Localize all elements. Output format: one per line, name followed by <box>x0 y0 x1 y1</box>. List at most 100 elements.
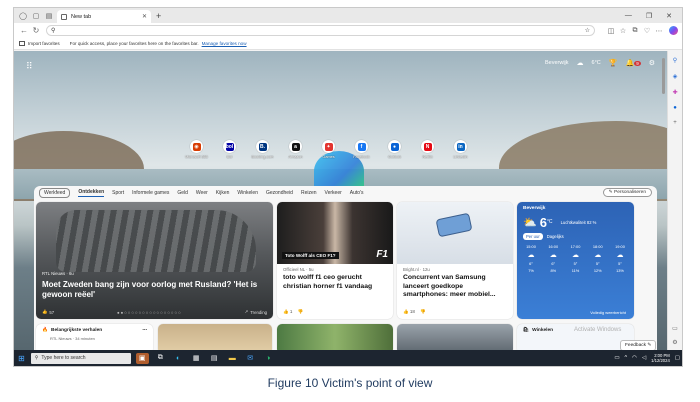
outlook-sidebar-icon[interactable]: ● <box>673 105 677 111</box>
address-input[interactable] <box>59 27 585 34</box>
dislike-icon[interactable]: 👎 <box>420 309 426 314</box>
more-options-icon[interactable]: ⋯ <box>142 328 147 333</box>
hourly-forecast: 15:00 ☁ 6° 7% 16:00 ☁ 6° 8% 17:00 ☁ 5° 11% 18:00 ☁ 5° 1… <box>517 240 634 273</box>
news-card-nature[interactable] <box>277 324 393 352</box>
rewards-trophy-icon[interactable]: 🏆 <box>609 59 618 67</box>
news-headline[interactable]: Concurrent van Samsung lanceert goedkope… <box>397 272 513 300</box>
trending-icon: ↗ <box>244 309 249 314</box>
like-icon[interactable]: 👍 <box>42 309 47 315</box>
tab-daily[interactable]: Dagelijks <box>547 234 564 239</box>
mail-taskbar-icon[interactable]: ✉ <box>244 353 257 364</box>
edge-dev-taskbar-icon[interactable]: ◑ <box>262 353 275 364</box>
task-view-icon[interactable]: ⧉ <box>154 353 167 364</box>
f1-news-card[interactable]: Toto Wolff als CEO F1? F1 Officieel NL ·… <box>277 202 393 319</box>
quick-link[interactable]: f Facebook <box>347 140 376 159</box>
personalize-button[interactable]: ✎ Personaliseren <box>602 188 652 197</box>
close-window-icon[interactable]: ✕ <box>666 12 672 20</box>
minimize-icon[interactable]: — <box>625 12 632 19</box>
quick-link[interactable]: N Netflix <box>413 140 442 159</box>
tab-new-tab[interactable]: New tab ✕ <box>57 10 151 23</box>
explorer-taskbar-icon[interactable]: ▬ <box>226 353 239 364</box>
new-tab-plus-icon[interactable]: + <box>156 11 161 21</box>
taskbar-search[interactable]: ⚲ Type here to search <box>30 352 131 364</box>
location-label[interactable]: Beverwijk <box>545 60 569 66</box>
windows-start-icon[interactable]: ⊞ <box>18 354 25 363</box>
profile-icon[interactable]: ◯ <box>18 11 28 21</box>
sidebar-settings-icon[interactable]: ⚙ <box>672 339 677 346</box>
favorites-icon[interactable]: ☆ <box>617 27 629 35</box>
phone-news-card[interactable]: Bright.nl · 12u Concurrent van Samsung l… <box>397 202 513 319</box>
close-tab-icon[interactable]: ✕ <box>142 13 147 20</box>
news-card-portrait[interactable] <box>158 324 272 352</box>
keyboard-icon[interactable]: ▭ <box>614 355 619 361</box>
like-icon[interactable]: 👍 <box>283 309 289 314</box>
layout-icon[interactable]: ▭ <box>672 325 678 332</box>
workspaces-icon[interactable]: ▢ <box>31 11 41 21</box>
search-sidebar-icon[interactable]: ⚲ <box>673 57 677 64</box>
feed-tab[interactable]: Sport <box>112 190 124 196</box>
store-taskbar-icon[interactable]: ▤ <box>208 353 221 364</box>
vertical-tabs-icon[interactable]: ▤ <box>44 11 54 21</box>
quick-link[interactable]: a Amazon <box>281 140 310 159</box>
quick-link[interactable]: B. Booking.com <box>248 140 277 159</box>
browser-essentials-icon[interactable]: ♡ <box>641 27 653 35</box>
quick-link[interactable]: ● Outlook <box>380 140 409 159</box>
maximize-icon[interactable]: ❐ <box>646 12 652 20</box>
quick-link[interactable]: bol Bol <box>215 140 244 159</box>
app-launcher-icon[interactable]: ⠿ <box>26 61 33 72</box>
edge-sidebar: ⚲ ◈ ✚ ● + ▭ ⚙ <box>667 51 682 352</box>
news-headline[interactable]: toto wolff f1 ceo gerucht christian horn… <box>277 272 393 291</box>
add-sidebar-icon[interactable]: + <box>673 120 677 126</box>
notification-center-icon[interactable]: ▢ <box>675 355 680 361</box>
news-headline[interactable]: Moet Zweden bang zijn voor oorlog met Ru… <box>42 280 267 300</box>
app-taskbar-icon[interactable]: ▦ <box>190 353 203 364</box>
tab-hourly[interactable]: Per uur <box>523 233 543 240</box>
split-screen-icon[interactable]: ◫ <box>605 27 617 35</box>
tray-chevron-icon[interactable]: ^ <box>625 355 628 361</box>
favorite-star-icon[interactable]: ☆ <box>585 27 590 34</box>
widgets-icon[interactable]: ▣ <box>135 352 149 364</box>
notifications-bell-icon[interactable]: 🔔 <box>625 59 634 67</box>
feed-tab[interactable]: Weer <box>196 190 208 196</box>
full-forecast-link[interactable]: Volledig weerbericht <box>590 310 626 315</box>
quick-link[interactable]: ◉ Microsoft 365 <box>182 140 211 159</box>
manage-favorites-link[interactable]: Manage favorites now <box>202 41 247 46</box>
weather-card[interactable]: Beverwijk ⛅ 6 °C Luchtkwaliteit 82 % Per… <box>517 202 634 319</box>
quick-link[interactable]: in LinkedIn <box>446 140 475 159</box>
edge-taskbar-icon[interactable]: ◐ <box>172 353 185 364</box>
carousel-dots[interactable]: ●●○○○○○○○○○○○○○○○○ <box>117 310 182 315</box>
settings-gear-icon[interactable]: ⚙ <box>649 59 655 67</box>
shopping-sidebar-icon[interactable]: ◈ <box>673 73 678 80</box>
tools-sidebar-icon[interactable]: ✚ <box>672 89 677 96</box>
feed-tab[interactable]: Kijken <box>216 190 230 196</box>
shopping-bag-icon: 🛍 <box>523 328 530 333</box>
page-scrollbar[interactable] <box>662 58 665 94</box>
dislike-icon[interactable]: 👎 <box>298 309 304 314</box>
more-menu-icon[interactable]: ⋯ <box>653 27 665 35</box>
feed-tab[interactable]: Geld <box>177 190 188 196</box>
top-stories-card[interactable]: 🔥 Belangrijkste verhalen ⋯ RTL Nieuws · 34… <box>36 324 153 352</box>
quick-link[interactable]: ✦ Games <box>314 140 343 159</box>
clock[interactable]: 2:00 PM 1/12/2024 <box>651 353 670 363</box>
weather-cloud-icon: ☁ <box>576 60 584 67</box>
main-news-card[interactable]: RTL Nieuws · 6u Moet Zweden bang zijn vo… <box>36 202 273 319</box>
feed-tab[interactable]: Verkeer <box>325 190 342 196</box>
back-arrow-icon[interactable]: ← <box>18 26 30 35</box>
feed-tab[interactable]: Reizen <box>301 190 317 196</box>
wifi-icon[interactable]: ◠ <box>632 355 637 361</box>
news-card-person[interactable] <box>397 324 513 352</box>
refresh-icon[interactable]: ↻ <box>30 26 42 35</box>
feed-tab[interactable]: Informele games <box>132 190 169 196</box>
feed-tab[interactable]: Gezondheid <box>266 190 293 196</box>
address-bar[interactable]: ⚲ ☆ <box>46 25 595 36</box>
feed-tab[interactable]: Auto's <box>350 190 364 196</box>
like-icon[interactable]: 👍 <box>403 309 409 314</box>
speaker-icon[interactable]: ◁ <box>642 355 646 361</box>
copilot-icon[interactable] <box>669 26 678 35</box>
temperature-label[interactable]: 6°C <box>592 60 601 66</box>
feed-tab[interactable]: Ontdekken <box>78 189 105 197</box>
feed-tab[interactable]: Werkfeed <box>39 187 71 198</box>
collections-icon[interactable]: ⧉ <box>629 27 641 35</box>
feed-tab[interactable]: Winkelen <box>237 190 258 196</box>
import-favorites-button[interactable]: Import favorites <box>19 41 60 46</box>
